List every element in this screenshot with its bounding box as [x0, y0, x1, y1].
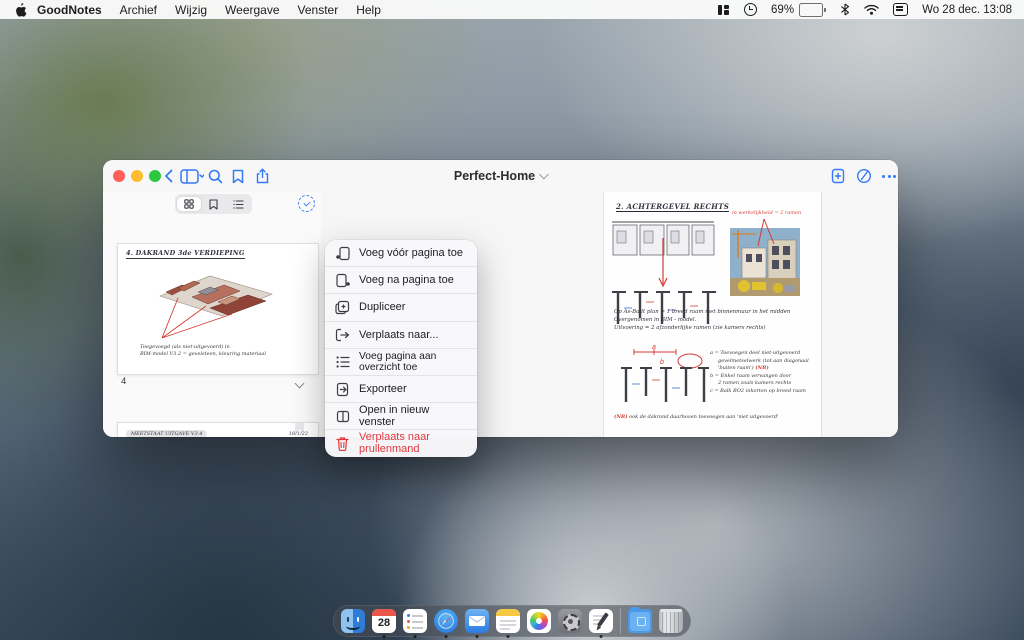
dock: 28: [333, 605, 691, 637]
search-icon[interactable]: [205, 167, 225, 185]
add-to-outline-icon: [335, 354, 350, 369]
footnote: (NB) ook de dakrand daarboven toevoegen …: [614, 414, 779, 420]
page-options-chevron-icon[interactable]: [294, 378, 305, 389]
pages-sidebar: 4. DAKRAND 3de VERDIEPING Toegevoegd (al…: [103, 192, 322, 437]
svg-text:b: b: [660, 359, 664, 366]
photo-annotation: in werkelijkheid = 2 ramen: [732, 210, 802, 216]
battery-percent: 69%: [771, 3, 795, 16]
plan-sketch: a b: [621, 344, 709, 402]
edit-mode-icon[interactable]: [854, 167, 874, 185]
safari-dock-icon[interactable]: [434, 609, 458, 633]
export-icon: [335, 382, 350, 397]
menu-item-open-new-window[interactable]: Open in nieuw venster: [325, 402, 477, 429]
menu-item-insert-before[interactable]: Voeg vóór pagina toe: [325, 240, 477, 266]
bluetooth-icon[interactable]: [840, 3, 850, 16]
downloads-folder-dock-icon[interactable]: [628, 606, 652, 633]
bookmark-icon[interactable]: [228, 167, 248, 185]
page-context-menu: Voeg vóór pagina toe Voeg na pagina toe …: [325, 240, 477, 457]
thumb2-header: MEETSTAAT UITGAVE V3.4: [126, 430, 208, 437]
sidebar-view-switcher[interactable]: [175, 194, 252, 214]
thumb1-title: 4. DAKRAND 3de VERDIEPING: [126, 249, 245, 259]
photo-annotation-lines: [757, 218, 775, 247]
menu-bar: GoodNotes Archief Wijzig Weergave Venste…: [0, 0, 1024, 19]
finder-dock-icon[interactable]: [341, 609, 365, 633]
settings-dock-icon[interactable]: [558, 609, 582, 633]
more-icon[interactable]: [879, 167, 898, 185]
menu-bar-clock[interactable]: Wo 28 dec. 13:08: [922, 4, 1012, 16]
isometric-sketch: [159, 275, 273, 339]
window-titlebar[interactable]: Perfect-Home: [103, 160, 898, 192]
outline-view-tab[interactable]: [226, 197, 251, 211]
trash-dock-icon[interactable]: [659, 609, 683, 633]
notebook-page[interactable]: 2. ACHTERGEVEL RECHTS in werkelijkheid =…: [603, 192, 822, 437]
insert-page-before-icon: [335, 246, 350, 261]
menu-item-move-to-trash[interactable]: Verplaats naar prullenmand: [325, 429, 477, 456]
menu-weergave[interactable]: Weergave: [216, 3, 288, 17]
battery-indicator[interactable]: 69%: [771, 2, 827, 17]
menu-wijzig[interactable]: Wijzig: [166, 3, 216, 17]
window-tiling-icon[interactable]: [718, 4, 730, 16]
menu-item-export[interactable]: Exporteer: [325, 374, 477, 402]
trash-icon: [335, 436, 350, 451]
back-icon[interactable]: [158, 167, 178, 185]
move-to-icon: [335, 327, 350, 342]
thumb1-caption: Toegevoegd (als niet-uitgevoerd) in BIM-…: [140, 344, 266, 357]
menu-archief[interactable]: Archief: [111, 3, 166, 17]
menu-help[interactable]: Help: [347, 3, 390, 17]
calendar-dock-icon[interactable]: 28: [372, 609, 396, 633]
document-title[interactable]: Perfect-Home: [454, 169, 549, 183]
menu-item-insert-after[interactable]: Voeg na pagina toe: [325, 266, 477, 293]
grid-view-tab[interactable]: [176, 197, 202, 211]
reminders-dock-icon[interactable]: [403, 609, 427, 633]
add-page-icon[interactable]: [828, 167, 848, 185]
clock-icon[interactable]: [744, 3, 758, 16]
page-number-label: 4: [121, 376, 127, 387]
minimize-button[interactable]: [131, 170, 143, 182]
page-thumbnail-5[interactable]: MEETSTAAT UITGAVE V3.4 18/1/22 V3.3 V3.4…: [117, 422, 319, 437]
photos-dock-icon[interactable]: [527, 609, 551, 633]
legend-notes: a = Toevoegen deel niet-uitgevoerd gevel…: [710, 350, 809, 394]
goodnotes-dock-icon[interactable]: [589, 609, 613, 633]
thumb2-date: 18/1/22: [288, 431, 308, 437]
sidebar-toggle-icon[interactable]: [179, 167, 205, 185]
wifi-icon[interactable]: [864, 4, 879, 15]
menu-venster[interactable]: Venster: [289, 3, 348, 17]
display-preferences-icon[interactable]: [893, 3, 909, 16]
page-heading: 2. ACHTERGEVEL RECHTS: [616, 202, 730, 212]
dock-separator: [620, 608, 621, 634]
bookmarks-view-tab[interactable]: [201, 197, 226, 211]
menu-item-duplicate[interactable]: Dupliceer: [325, 293, 477, 320]
title-chevron-icon: [538, 169, 549, 180]
goodnotes-window: Perfect-Home 4. DAKRAND 3de VERDIEPING T…: [103, 160, 898, 437]
apple-menu-icon[interactable]: [16, 2, 28, 17]
share-icon[interactable]: [252, 167, 272, 185]
menu-app-name[interactable]: GoodNotes: [28, 3, 111, 17]
mail-dock-icon[interactable]: [465, 609, 489, 633]
page-thumbnail-4[interactable]: 4. DAKRAND 3de VERDIEPING Toegevoegd (al…: [117, 243, 319, 375]
notes-dock-icon[interactable]: [496, 609, 520, 633]
paragraph-notes: Op As-Built plan = 1 breed raam met binn…: [614, 309, 791, 331]
menu-item-move-to[interactable]: Verplaats naar...: [325, 320, 477, 348]
new-window-icon: [335, 409, 350, 424]
close-button[interactable]: [113, 170, 125, 182]
menu-item-add-to-outline[interactable]: Voeg pagina aan overzicht toe: [325, 347, 477, 375]
select-pages-icon[interactable]: [298, 195, 315, 212]
desktop: { "menu_bar": { "app_name": "GoodNotes",…: [0, 0, 1024, 640]
insert-page-after-icon: [335, 273, 350, 288]
svg-text:a: a: [652, 344, 656, 351]
duplicate-icon: [335, 300, 350, 315]
